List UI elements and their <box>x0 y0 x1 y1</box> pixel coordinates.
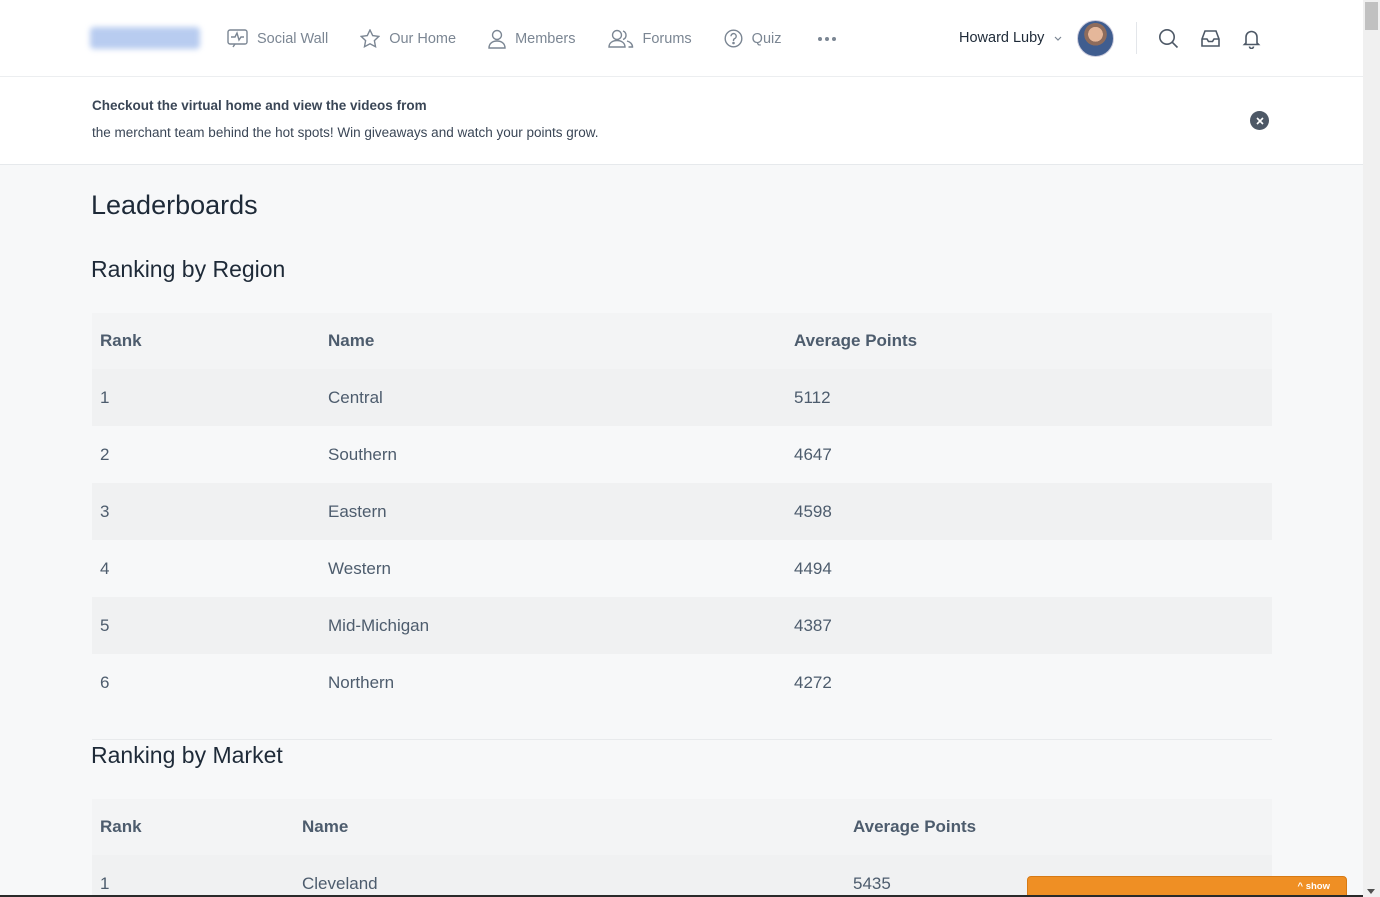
more-menu-icon[interactable] <box>814 31 840 47</box>
column-header: Rank <box>92 799 294 855</box>
feedback-widget[interactable]: ^ show <box>1027 876 1347 897</box>
column-header: Name <box>320 313 786 369</box>
nav-forums[interactable]: Forums <box>607 29 692 48</box>
rank-cell: 1 <box>92 369 320 426</box>
points-cell: 4647 <box>786 426 1272 483</box>
nav-social-wall[interactable]: Social Wall <box>227 29 328 48</box>
avatar[interactable] <box>1077 19 1115 57</box>
chevron-down-icon <box>1055 36 1062 41</box>
points-cell: 4494 <box>786 540 1272 597</box>
table-row: 4 Western 4494 <box>92 540 1272 597</box>
help-circle-icon <box>724 29 743 48</box>
section-divider <box>92 739 1272 740</box>
table-row: 2 Southern 4647 <box>92 426 1272 483</box>
column-header: Rank <box>92 313 320 369</box>
nav-label: Quiz <box>751 30 782 47</box>
notice-title: Checkout the virtual home and view the v… <box>92 98 427 113</box>
main-nav: Social Wall Our Home Members Forums Quiz <box>227 0 840 77</box>
table-row: 3 Eastern 4598 <box>92 483 1272 540</box>
nav-quiz[interactable]: Quiz <box>724 29 782 48</box>
scroll-thumb[interactable] <box>1365 2 1378 30</box>
user-menu[interactable]: Howard Luby <box>959 19 1115 57</box>
name-cell: Southern <box>320 426 786 483</box>
nav-members[interactable]: Members <box>488 29 576 49</box>
star-icon <box>360 29 381 48</box>
name-cell: Western <box>320 540 786 597</box>
nav-label: Social Wall <box>257 30 329 47</box>
section-title-market: Ranking by Market <box>91 742 283 768</box>
inbox-icon[interactable] <box>1200 28 1221 49</box>
column-header: Average Points <box>786 313 1272 369</box>
notice-text: the merchant team behind the hot spots! … <box>92 125 599 140</box>
table-row: 1 Central 5112 <box>92 369 1272 426</box>
name-cell: Central <box>320 369 786 426</box>
column-header: Average Points <box>845 799 1272 855</box>
site-logo[interactable] <box>90 27 200 49</box>
table-header-row: Rank Name Average Points <box>92 799 1272 855</box>
name-cell: Cleveland <box>294 855 845 897</box>
rank-cell: 3 <box>92 483 320 540</box>
points-cell: 4387 <box>786 597 1272 654</box>
region-table: Rank Name Average Points 1 Central 5112 … <box>92 313 1272 711</box>
column-header: Name <box>294 799 845 855</box>
scrollbar[interactable] <box>1363 0 1380 897</box>
rank-cell: 6 <box>92 654 320 711</box>
points-cell: 4598 <box>786 483 1272 540</box>
nav-label: Forums <box>642 30 692 47</box>
site-header: Social Wall Our Home Members Forums Quiz <box>0 0 1363 77</box>
table-row: 6 Northern 4272 <box>92 654 1272 711</box>
rank-cell: 1 <box>92 855 294 897</box>
table-header-row: Rank Name Average Points <box>92 313 1272 369</box>
name-cell: Northern <box>320 654 786 711</box>
nav-label: Our Home <box>389 30 457 47</box>
show-button[interactable]: ^ show <box>1298 881 1330 892</box>
user-name: Howard Luby <box>959 30 1045 46</box>
table-row: 5 Mid-Michigan 4387 <box>92 597 1272 654</box>
activity-icon <box>227 29 248 48</box>
nav-our-home[interactable]: Our Home <box>360 29 456 48</box>
section-title-region: Ranking by Region <box>91 256 286 282</box>
search-icon[interactable] <box>1158 28 1179 49</box>
close-icon[interactable] <box>1250 111 1269 130</box>
nav-label: Members <box>515 30 576 47</box>
header-divider <box>1136 22 1137 54</box>
scroll-down-arrow-icon[interactable] <box>1367 889 1375 894</box>
points-cell: 4272 <box>786 654 1272 711</box>
bell-icon[interactable] <box>1241 28 1262 49</box>
rank-cell: 2 <box>92 426 320 483</box>
user-icon <box>488 29 506 49</box>
page-title: Leaderboards <box>91 190 258 220</box>
rank-cell: 5 <box>92 597 320 654</box>
rank-cell: 4 <box>92 540 320 597</box>
name-cell: Eastern <box>320 483 786 540</box>
users-icon <box>607 29 633 48</box>
points-cell: 5112 <box>786 369 1272 426</box>
notice-banner: Checkout the virtual home and view the v… <box>0 77 1363 165</box>
name-cell: Mid-Michigan <box>320 597 786 654</box>
